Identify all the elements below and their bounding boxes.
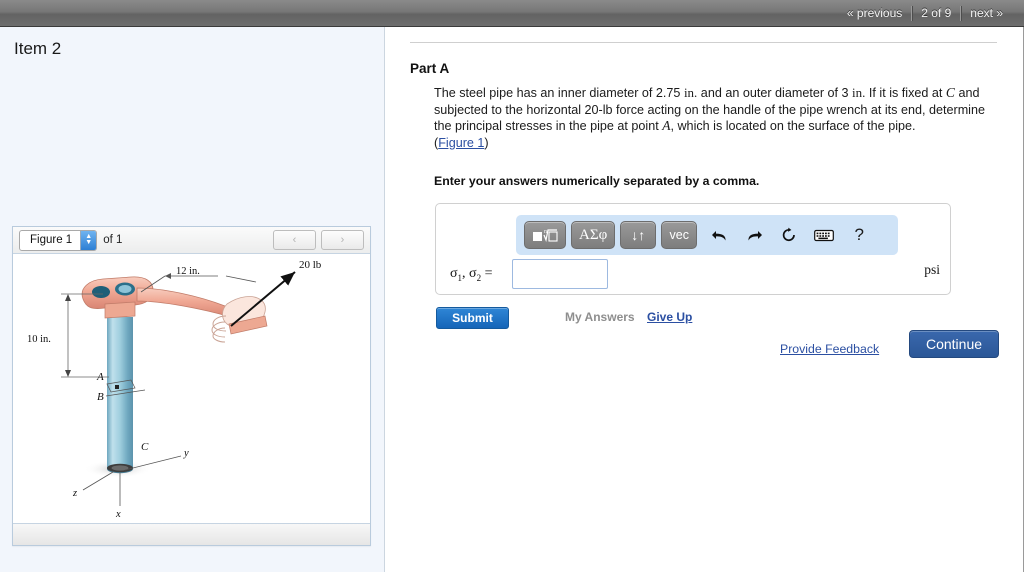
- figure-widget-header: Figure 1 ▲ ▼ of 1 ‹ ›: [13, 227, 370, 254]
- question-line3-b: , which is located on the surface of the: [670, 119, 885, 134]
- my-answers-button[interactable]: My Answers: [565, 310, 635, 324]
- answer-row: σ1, σ2 =: [450, 259, 938, 289]
- figure-prev-button[interactable]: ‹: [273, 230, 316, 250]
- math-toolbar: n ΑΣφ ↓↑ vec ?: [516, 215, 898, 255]
- axis-y-label: y: [183, 448, 189, 459]
- top-navigation-bar: « previous 2 of 9 next »: [0, 0, 1024, 27]
- part-title: Part A: [410, 61, 450, 76]
- sigma-1-symbol: σ: [450, 265, 458, 281]
- figure-next-button[interactable]: ›: [321, 230, 364, 250]
- submit-button[interactable]: Submit: [436, 307, 509, 329]
- question-line4: pipe.: [888, 119, 916, 134]
- question-var-c: C: [945, 85, 955, 100]
- figure-select[interactable]: Figure 1 ▲ ▼: [19, 229, 98, 251]
- axis-z-label: z: [72, 488, 77, 499]
- svg-text:n: n: [544, 229, 547, 235]
- figure-nav-arrows: ‹ ›: [273, 230, 364, 250]
- point-c-label: C: [141, 441, 149, 453]
- keyboard-icon[interactable]: [811, 222, 837, 248]
- page-root: « previous 2 of 9 next » Item 2 Figure 1…: [0, 0, 1024, 572]
- pipe-length-label: 10 in.: [27, 334, 51, 345]
- handle-length-label: 12 in.: [176, 266, 200, 277]
- page-indicator: 2 of 9: [921, 6, 952, 20]
- sidebar-panel: Item 2 Figure 1 ▲ ▼ of 1 ‹ › 20 lb 12 in…: [0, 27, 384, 572]
- previous-link[interactable]: « previous: [838, 6, 911, 20]
- question-unit-1: in.: [683, 85, 698, 100]
- template-icon[interactable]: n: [524, 221, 566, 249]
- question-text: The steel pipe has an inner diameter of …: [434, 85, 985, 150]
- equals-sign: =: [481, 265, 493, 281]
- next-link[interactable]: next »: [961, 6, 1012, 20]
- answer-box: n ΑΣφ ↓↑ vec ? σ1, σ2 = psi: [435, 203, 951, 295]
- point-a-label: A: [96, 371, 104, 383]
- question-line1-b: and an outer diameter of 3: [697, 86, 853, 100]
- answer-label: σ1, σ2 =: [450, 266, 512, 283]
- figure-canvas: 20 lb 12 in. 10 in. A B C y z x: [13, 254, 370, 523]
- question-line1-a: The steel pipe has an inner diameter of …: [434, 86, 684, 100]
- answer-instruction: Enter your answers numerically separated…: [434, 174, 760, 188]
- redo-icon[interactable]: [741, 222, 767, 248]
- answer-unit-label: psi: [924, 262, 940, 277]
- undo-icon[interactable]: [706, 222, 732, 248]
- content-top-rule: [410, 42, 997, 43]
- arrows-button[interactable]: ↓↑: [620, 221, 657, 249]
- greek-symbols-button[interactable]: ΑΣφ: [571, 221, 616, 249]
- figure-select-value: Figure 1: [30, 233, 73, 246]
- pipe-wrench-diagram: 20 lb 12 in. 10 in. A B C y z x: [27, 259, 322, 520]
- item-title: Item 2: [14, 39, 62, 58]
- continue-button[interactable]: Continue: [909, 330, 999, 358]
- force-label: 20 lb: [299, 259, 322, 271]
- figure-widget: Figure 1 ▲ ▼ of 1 ‹ › 20 lb 12 in. 10 in…: [12, 226, 371, 546]
- sigma-separator: , σ: [462, 265, 477, 281]
- reset-icon[interactable]: [776, 222, 802, 248]
- provide-feedback-link[interactable]: Provide Feedback: [780, 342, 879, 356]
- top-nav-group: « previous 2 of 9 next »: [838, 5, 1024, 21]
- help-icon[interactable]: ?: [846, 222, 872, 248]
- figure-1-link[interactable]: Figure 1: [438, 136, 484, 150]
- point-b-label: B: [97, 391, 104, 403]
- give-up-link[interactable]: Give Up: [647, 310, 692, 324]
- question-line1-c: If it is fixed at: [865, 86, 946, 100]
- axis-x-label: x: [115, 509, 121, 520]
- answer-input[interactable]: [512, 259, 608, 289]
- question-unit-2: in.: [852, 85, 866, 100]
- main-content-panel: Part A The steel pipe has an inner diame…: [385, 27, 1024, 572]
- vector-button[interactable]: vec: [661, 221, 698, 249]
- figure-widget-footer: [13, 523, 370, 545]
- figure-count-label: of 1: [103, 234, 123, 246]
- chevron-updown-icon[interactable]: ▲ ▼: [80, 230, 97, 250]
